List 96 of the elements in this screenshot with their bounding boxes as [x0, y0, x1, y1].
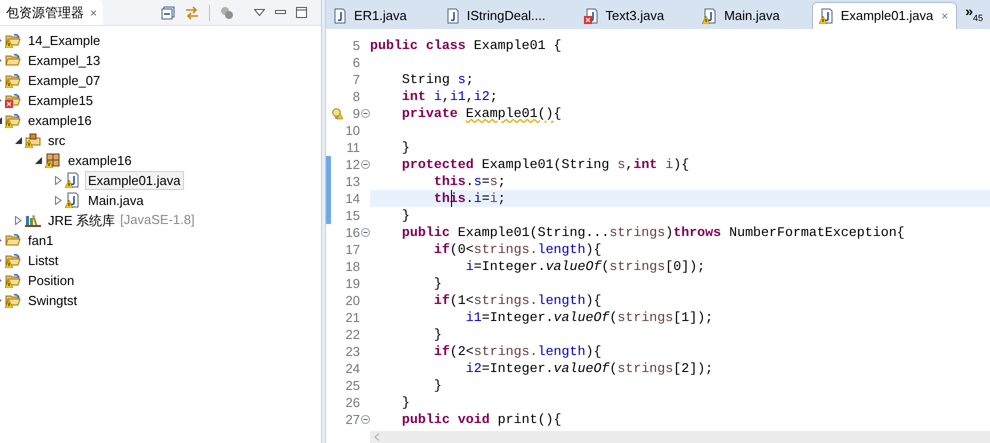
tree-item[interactable]: Example_07 [25, 70, 104, 90]
code-line: if(0<strings.length){ [432, 241, 602, 258]
line-number: 24 [344, 360, 360, 377]
fold-icon[interactable] [360, 415, 370, 424]
code-line: String s; [400, 71, 474, 88]
tree-item[interactable]: Position [25, 270, 78, 290]
code-line: if(2<strings.length){ [432, 343, 602, 360]
tree-item[interactable]: Listst [25, 250, 62, 270]
code-line: i=Integer.valueOf(strings[0]); [464, 258, 706, 275]
expanded-arrow-icon[interactable] [14, 136, 22, 144]
java-file-icon [444, 8, 461, 24]
maximize-icon[interactable] [296, 7, 307, 18]
code-line: if(1<strings.length){ [432, 292, 602, 309]
line-number: 16 [344, 224, 360, 241]
line-number: 7 [352, 71, 360, 88]
gears-icon[interactable] [220, 6, 234, 20]
code-line: private Example01(){ [400, 105, 562, 122]
code-line: i1=Integer.valueOf(strings[1]); [464, 309, 714, 326]
java-file-icon [332, 8, 348, 24]
tree-item[interactable]: example16 [65, 150, 135, 170]
view-title: 包资源管理器 [6, 4, 84, 22]
code-line: public Example01(String...strings)throws NumberFormatException{ [400, 224, 905, 241]
tab-label: Example01.java [840, 7, 934, 26]
fold-icon[interactable] [360, 160, 370, 169]
code-line: } [400, 139, 410, 156]
collapse-all-icon[interactable] [161, 6, 175, 20]
folder-icon [5, 232, 21, 248]
collapsed-arrow-icon[interactable] [54, 196, 62, 204]
line-number: 17 [344, 241, 360, 258]
lightbulb-warning-icon[interactable] [332, 108, 342, 120]
tab-label: Main.java [724, 6, 780, 25]
tab-label: Text3.java [606, 6, 664, 25]
line-number: 25 [344, 377, 360, 394]
line-number: 22 [344, 326, 360, 343]
fold-icon[interactable] [360, 228, 370, 237]
tree-item[interactable]: fan1 [25, 230, 56, 250]
code-line: } [432, 326, 442, 343]
editor-tab[interactable]: Example01.java × [812, 2, 958, 29]
editor-tab[interactable]: Main.java [696, 2, 788, 29]
line-number: 14 [344, 190, 360, 207]
books-icon [25, 212, 41, 228]
line-number: 27 [344, 411, 360, 428]
line-number: 23 [344, 343, 360, 360]
line-number: 12 [344, 156, 360, 173]
view-menu-icon[interactable] [254, 9, 265, 16]
horizontal-scrollbar[interactable] [370, 431, 990, 443]
code-line: this.s=s; [432, 173, 506, 190]
tab-label: IStringDeal.... [466, 6, 546, 25]
folder-icon [5, 52, 21, 68]
tree-item[interactable]: Swingtst [25, 290, 80, 310]
close-button[interactable]: × [90, 6, 98, 18]
tree-item[interactable]: Main.java [85, 190, 147, 210]
line-number: 18 [344, 258, 360, 275]
line-number: 19 [344, 275, 360, 292]
editor-tab[interactable]: ER1.java [326, 2, 415, 29]
tree-item[interactable]: src [45, 130, 68, 150]
tree-item[interactable]: JRE 系统库 [45, 210, 118, 230]
editor-tab[interactable]: IStringDeal.... [438, 2, 554, 29]
link-arrows-icon[interactable] [185, 6, 199, 20]
line-number: 10 [344, 122, 360, 139]
tree-item[interactable]: Example15 [25, 90, 96, 110]
editor-tab[interactable]: Text3.java [578, 2, 672, 29]
line-number: 13 [344, 173, 360, 190]
code-line: } [400, 394, 410, 411]
expanded-arrow-icon[interactable] [34, 156, 42, 164]
tree-item-detail: [JavaSE-1.8] [120, 211, 195, 230]
line-number: 6 [352, 54, 360, 71]
code-line: public void print(){ [400, 411, 562, 428]
code-line: i2=Integer.valueOf(strings[2]); [464, 360, 714, 377]
code-line: protected Example01(String s,int i){ [400, 156, 690, 173]
line-number: 26 [344, 394, 360, 411]
tab-label: ER1.java [354, 6, 407, 25]
line-number: 11 [346, 139, 360, 156]
hidden-tab-count: 45 [973, 12, 984, 25]
code-line: } [400, 207, 410, 224]
close-button[interactable]: × [941, 10, 948, 22]
line-number: 15 [344, 207, 360, 224]
line-number: 20 [344, 292, 360, 309]
tree-item[interactable]: example16 [25, 110, 95, 130]
tree-item[interactable]: Example01.java [85, 170, 184, 190]
fold-icon[interactable] [360, 109, 370, 118]
code-line: public class Example01 { [370, 37, 562, 54]
tree-item[interactable]: 14_Example [25, 30, 104, 50]
tree-item[interactable]: Exampel_13 [25, 50, 104, 70]
code-line: } [432, 377, 442, 394]
line-number: 8 [352, 88, 360, 105]
collapsed-arrow-icon[interactable] [54, 176, 62, 184]
line-number: 9 [352, 105, 360, 122]
line-number: 5 [352, 37, 360, 54]
code-line: } [432, 275, 442, 292]
view-tab[interactable]: 包资源管理器 × [0, 0, 104, 25]
line-number: 21 [344, 309, 360, 326]
minimize-icon[interactable] [275, 10, 286, 15]
collapsed-arrow-icon[interactable] [14, 216, 22, 224]
code-line: int i,i1,i2; [400, 88, 498, 105]
overflow-chevron: » [965, 4, 974, 18]
